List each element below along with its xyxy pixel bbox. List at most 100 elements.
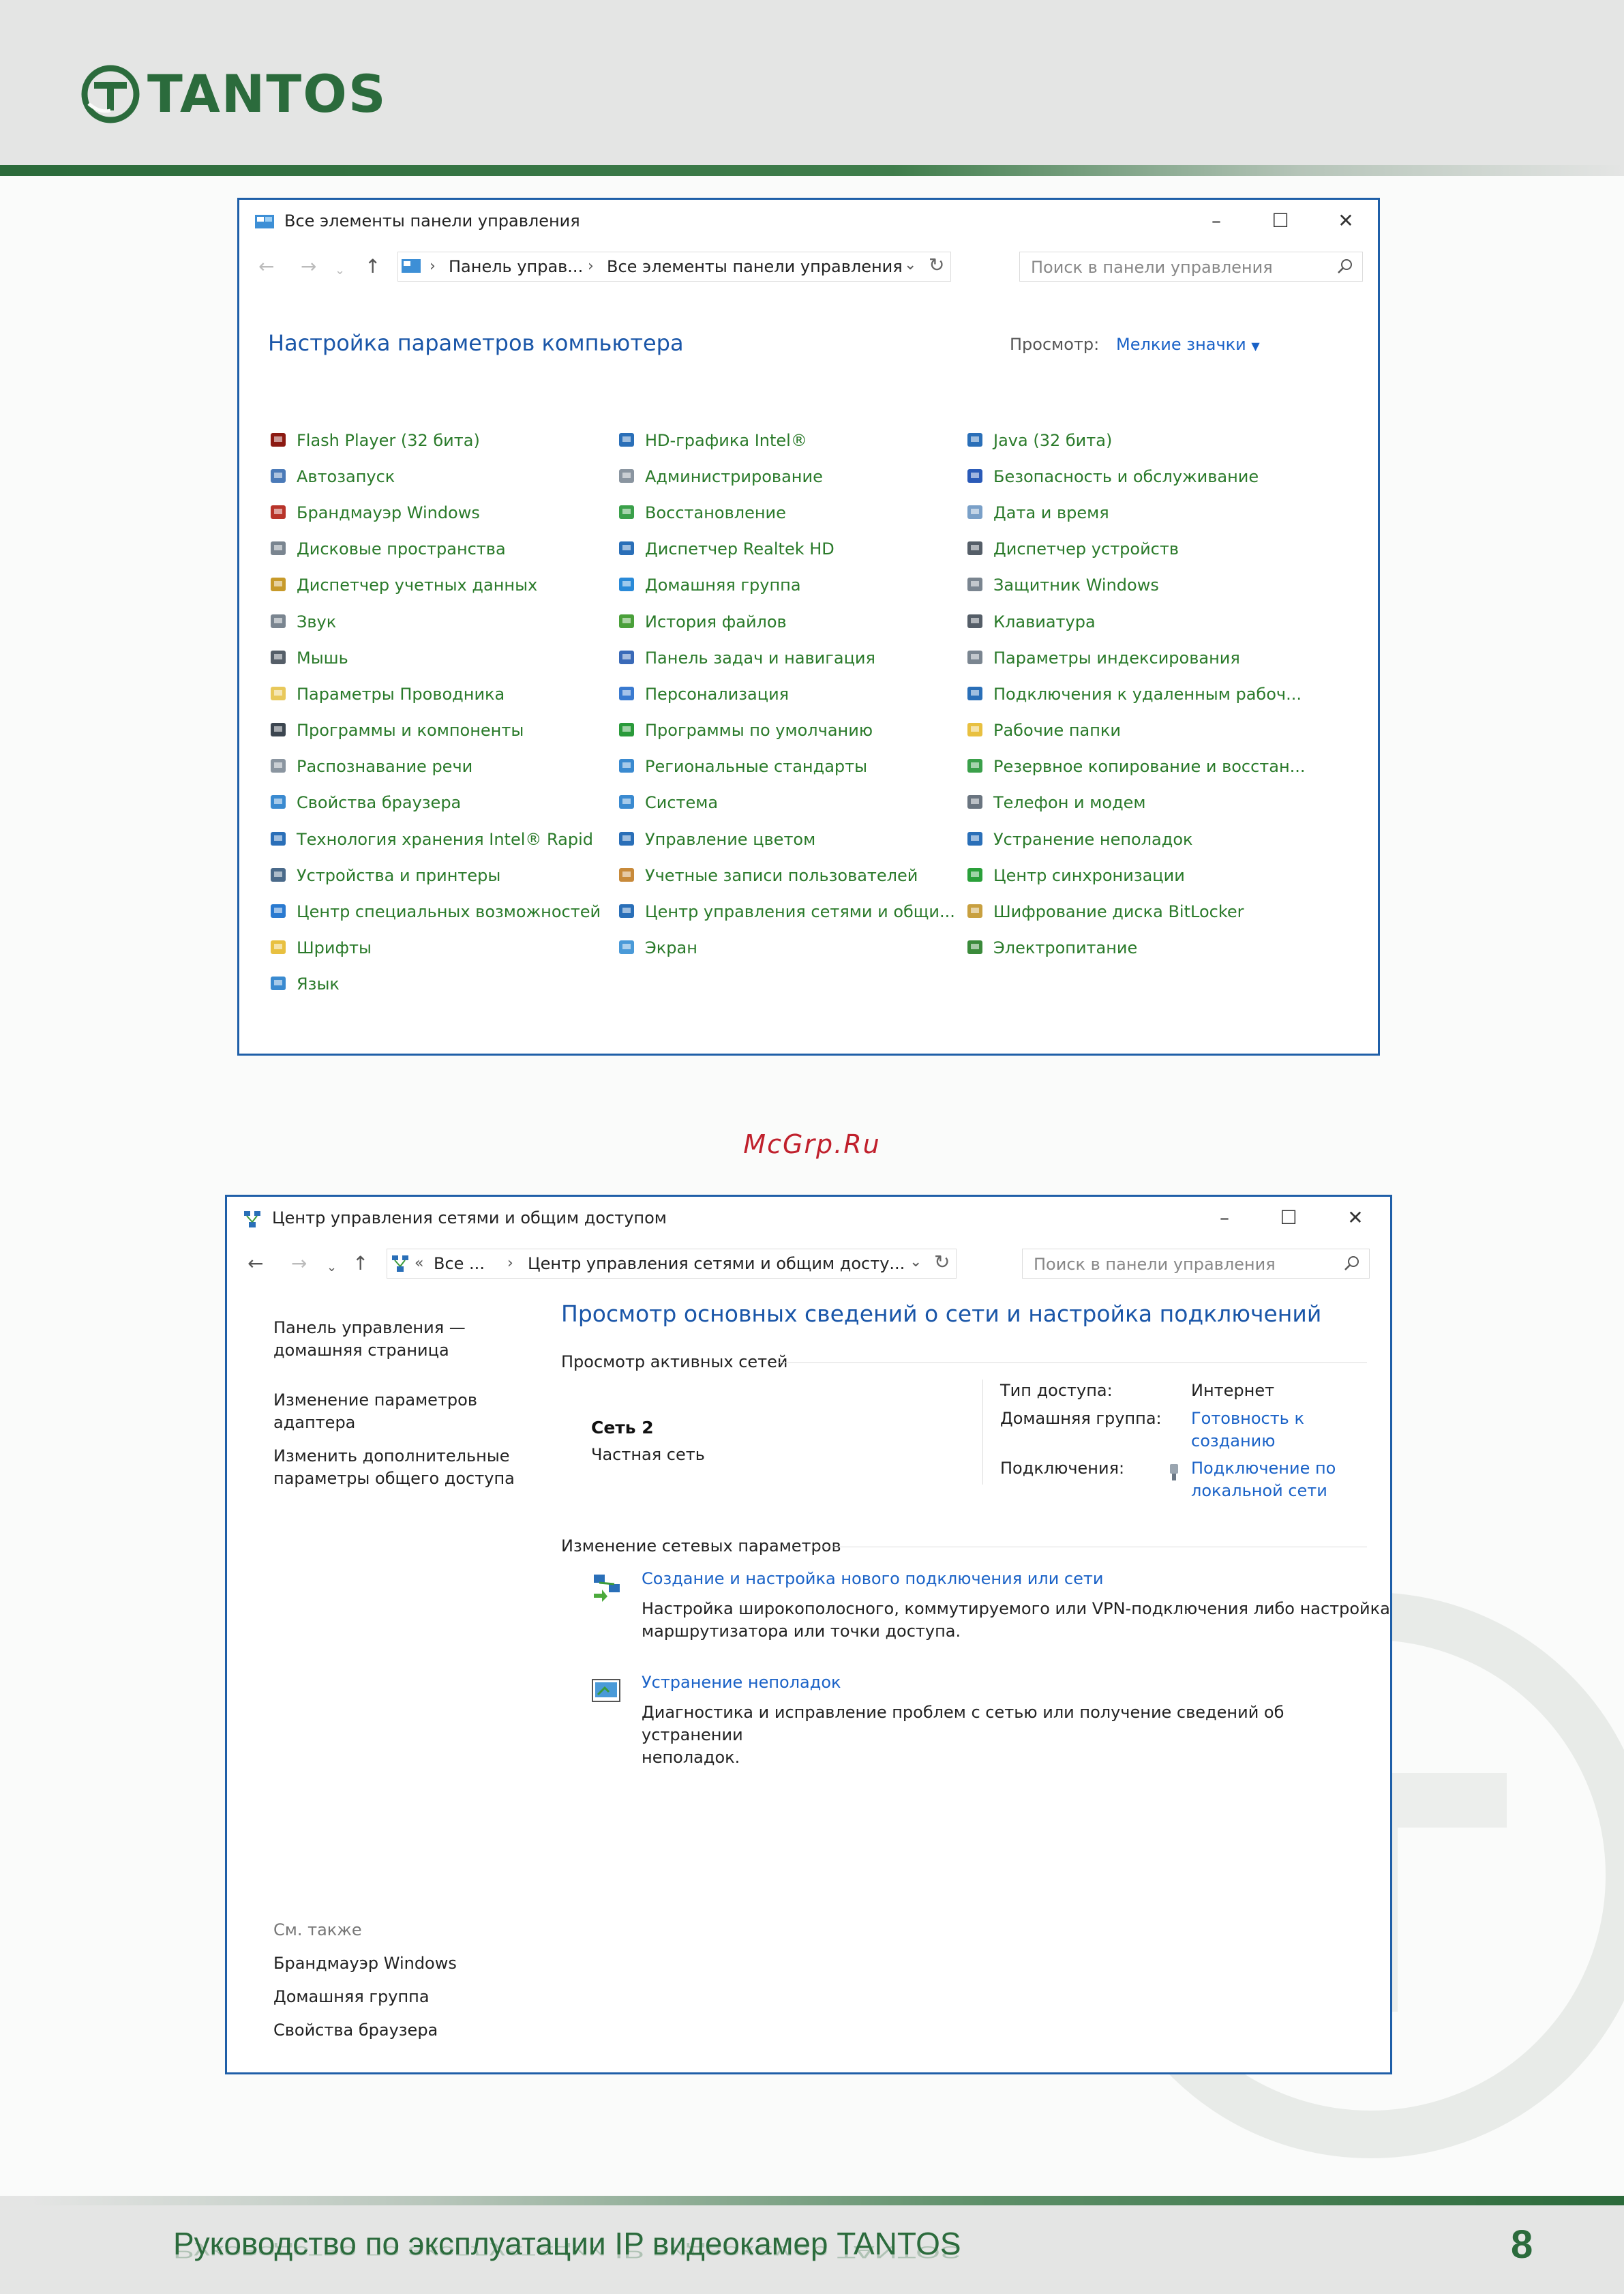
control-panel-item[interactable]: Клавиатура xyxy=(965,604,1306,640)
control-panel-item-label: Java (32 бита) xyxy=(993,430,1113,450)
control-panel-item[interactable]: Резервное копирование и восстан... xyxy=(965,749,1306,785)
control-panel-item[interactable]: Электропитание xyxy=(965,930,1306,966)
control-panel-item[interactable]: Телефон и модем xyxy=(965,785,1306,821)
control-panel-item[interactable]: Экран xyxy=(616,930,955,966)
homegroup-link[interactable]: Готовность к созданию xyxy=(1191,1407,1304,1453)
display-icon xyxy=(619,940,634,955)
control-panel-item[interactable]: Технология хранения Intel® Rapid xyxy=(268,821,601,857)
control-panel-item[interactable]: Звук xyxy=(268,604,601,640)
forward-arrow-icon[interactable]: → xyxy=(291,1251,307,1276)
control-panel-item[interactable]: Устранение неполадок xyxy=(965,821,1306,857)
refresh-icon[interactable]: ↻ xyxy=(929,254,944,276)
control-panel-item[interactable]: Параметры Проводника xyxy=(268,676,601,712)
control-panel-item[interactable]: Безопасность и обслуживание xyxy=(965,458,1306,494)
programs-icon xyxy=(271,723,286,737)
control-panel-item[interactable]: Дата и время xyxy=(965,494,1306,531)
control-panel-item[interactable]: Язык xyxy=(268,966,601,1002)
back-arrow-icon[interactable]: ← xyxy=(247,1251,263,1276)
breadcrumb-all-items[interactable]: Все элементы панели управления xyxy=(607,256,903,278)
search-input[interactable]: Поиск в панели управления xyxy=(1022,1249,1370,1279)
remote-desktop-icon xyxy=(967,686,982,700)
control-panel-item[interactable]: Шрифты xyxy=(268,930,601,966)
control-panel-item[interactable]: Персонализация xyxy=(616,676,955,712)
close-button[interactable]: ✕ xyxy=(1329,205,1363,235)
control-panel-item[interactable]: Свойства браузера xyxy=(268,785,601,821)
home-page-link[interactable]: Панель управления — домашняя страница xyxy=(273,1317,466,1362)
see-also-firewall-link[interactable]: Брандмауэр Windows xyxy=(273,1952,457,1975)
recent-chevron-icon[interactable]: ⌄ xyxy=(335,258,345,283)
control-panel-item[interactable]: Панель задач и навигация xyxy=(616,640,955,676)
address-path[interactable]: « Все ... › Центр управления сетями и об… xyxy=(387,1249,957,1279)
local-connection-link[interactable]: Подключение по локальной сети xyxy=(1191,1457,1336,1502)
control-panel-item-label: Диспетчер устройств xyxy=(993,539,1179,559)
see-also-homegroup-link[interactable]: Домашняя группа xyxy=(273,1986,430,2008)
refresh-icon[interactable]: ↻ xyxy=(934,1251,950,1273)
control-panel-item[interactable]: Дисковые пространства xyxy=(268,531,601,567)
control-panel-item[interactable]: Управление цветом xyxy=(616,821,955,857)
control-panel-item[interactable]: Восстановление xyxy=(616,494,955,531)
see-also-browser-link[interactable]: Свойства браузера xyxy=(273,2019,438,2042)
control-panel-item[interactable]: Центр специальных возможностей xyxy=(268,893,601,929)
control-panel-item[interactable]: Система xyxy=(616,785,955,821)
search-input[interactable]: Поиск в панели управления xyxy=(1019,252,1363,282)
advanced-sharing-link[interactable]: Изменить дополнительные параметры общего … xyxy=(273,1445,515,1490)
view-mode-dropdown[interactable]: Мелкие значки ▼ xyxy=(1116,333,1260,357)
breadcrumb-network-center[interactable]: Центр управления сетями и общим досту... xyxy=(528,1253,905,1275)
control-panel-item[interactable]: Программы по умолчанию xyxy=(616,713,955,749)
control-panel-item[interactable]: Подключения к удаленным рабоч... xyxy=(965,676,1306,712)
forward-arrow-icon[interactable]: → xyxy=(301,254,316,279)
control-panel-item[interactable]: Домашняя группа xyxy=(616,567,955,604)
breadcrumb-control-panel[interactable]: Панель управ... xyxy=(449,256,583,278)
breadcrumb-overflow[interactable]: « xyxy=(415,1253,423,1275)
maximize-button[interactable]: ☐ xyxy=(1263,205,1297,235)
control-panel-item[interactable]: Диспетчер учетных данных xyxy=(268,567,601,604)
troubleshoot-link[interactable]: Устранение неполадок xyxy=(642,1671,841,1694)
see-also-label: См. также xyxy=(273,1920,362,1939)
control-panel-item-label: Экран xyxy=(645,938,697,958)
folder-options-icon xyxy=(271,686,286,700)
control-panel-item[interactable]: Администрирование xyxy=(616,458,955,494)
close-button[interactable]: ✕ xyxy=(1338,1202,1372,1232)
control-panel-item[interactable]: Программы и компоненты xyxy=(268,713,601,749)
control-panel-item[interactable]: Центр управления сетями и общи... xyxy=(616,893,955,929)
control-panel-item[interactable]: Региональные стандарты xyxy=(616,749,955,785)
control-panel-item[interactable]: История файлов xyxy=(616,604,955,640)
control-panel-item[interactable]: HD-графика Intel® xyxy=(616,422,955,458)
control-panel-item[interactable]: Рабочие папки xyxy=(965,713,1306,749)
control-panel-item[interactable]: Параметры индексирования xyxy=(965,640,1306,676)
search-icon[interactable] xyxy=(1343,1255,1361,1272)
control-panel-item-label: Система xyxy=(645,793,719,813)
control-panel-item[interactable]: Автозапуск xyxy=(268,458,601,494)
control-panel-item[interactable]: Распознавание речи xyxy=(268,749,601,785)
network-center-window: Центр управления сетями и общим доступом… xyxy=(225,1195,1392,2074)
control-panel-item[interactable]: Диспетчер устройств xyxy=(965,531,1306,567)
control-panel-item[interactable]: Центр синхронизации xyxy=(965,857,1306,893)
minimize-button[interactable]: – xyxy=(1199,205,1233,235)
brand-logo: TANTOS xyxy=(79,63,387,125)
control-panel-item[interactable]: Устройства и принтеры xyxy=(268,857,601,893)
address-dropdown-icon[interactable]: ⌄ xyxy=(904,256,916,273)
search-icon[interactable] xyxy=(1336,258,1354,275)
control-panel-item[interactable]: Шифрование диска BitLocker xyxy=(965,893,1306,929)
up-arrow-icon[interactable]: ↑ xyxy=(352,1251,368,1276)
breadcrumb-all-items[interactable]: Все ... xyxy=(434,1253,485,1275)
control-panel-item[interactable]: Мышь xyxy=(268,640,601,676)
address-dropdown-icon[interactable]: ⌄ xyxy=(909,1253,922,1270)
minimize-button[interactable]: – xyxy=(1207,1202,1242,1232)
control-panel-item[interactable]: Диспетчер Realtek HD xyxy=(616,531,955,567)
adapter-settings-link[interactable]: Изменение параметров адаптера xyxy=(273,1389,477,1434)
control-panel-item[interactable]: Учетные записи пользователей xyxy=(616,857,955,893)
maximize-button[interactable]: ☐ xyxy=(1272,1202,1306,1232)
credential-manager-icon xyxy=(271,578,286,592)
up-arrow-icon[interactable]: ↑ xyxy=(365,254,380,279)
control-panel-item[interactable]: Брандмауэр Windows xyxy=(268,494,601,531)
control-panel-item[interactable]: Flash Player (32 бита) xyxy=(268,422,601,458)
address-path[interactable]: › Панель управ... › Все элементы панели … xyxy=(397,252,951,282)
access-type-label: Тип доступа: xyxy=(1000,1381,1113,1400)
back-arrow-icon[interactable]: ← xyxy=(258,254,274,279)
control-panel-item[interactable]: Java (32 бита) xyxy=(965,422,1306,458)
recent-chevron-icon[interactable]: ⌄ xyxy=(327,1255,337,1280)
new-connection-link[interactable]: Создание и настройка нового подключения … xyxy=(642,1568,1103,1590)
control-panel-item[interactable]: Защитник Windows xyxy=(965,567,1306,604)
new-connection-description: Настройка широкополосного, коммутируемог… xyxy=(642,1599,1390,1641)
